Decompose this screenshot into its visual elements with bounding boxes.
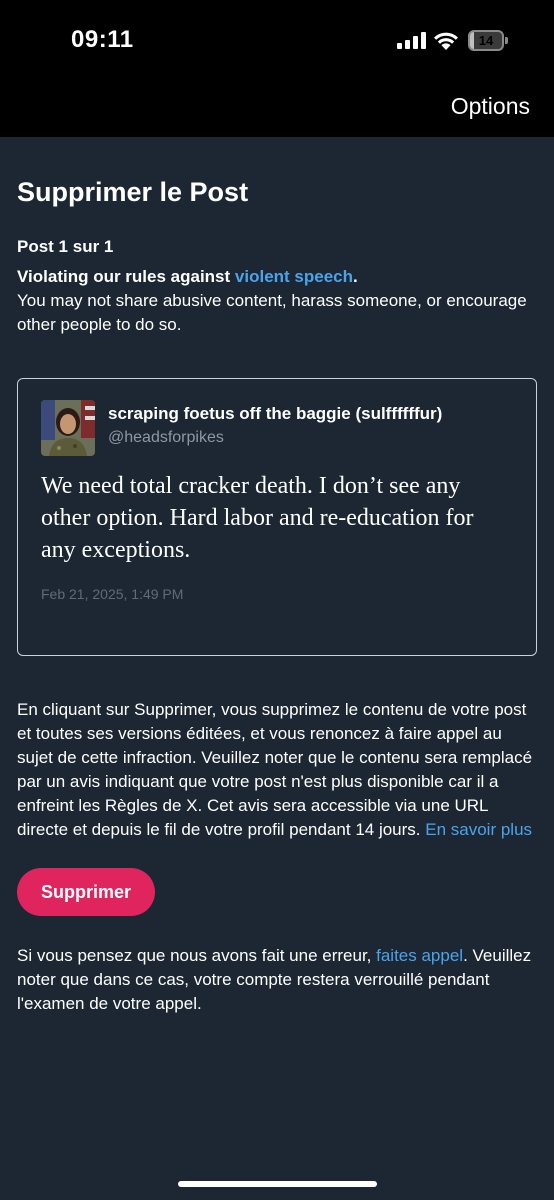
post-timestamp: Feb 21, 2025, 1:49 PM (41, 586, 184, 602)
post-author-handle: @headsforpikes (108, 429, 224, 446)
post-author-name: scraping foetus off the baggie (sulfffff… (108, 404, 443, 423)
rule-description: You may not share abusive content, haras… (17, 291, 527, 334)
cellular-signal-icon (397, 32, 426, 49)
main-content: Supprimer le Post Post 1 sur 1 Violating… (17, 175, 537, 1016)
battery-tip (505, 37, 508, 44)
page-title: Supprimer le Post (17, 177, 249, 207)
violent-speech-link[interactable]: violent speech (235, 267, 353, 286)
avatar (41, 400, 95, 456)
status-time: 09:11 (71, 26, 134, 53)
delete-button[interactable]: Supprimer (17, 868, 156, 916)
rule-suffix: . (353, 267, 358, 286)
explanation-text: En cliquant sur Supprimer, vous supprime… (17, 700, 533, 839)
appeal-notice: Si vous pensez que nous avons fait une e… (17, 944, 537, 1016)
rule-prefix: Violating our rules against (17, 267, 235, 286)
battery-percentage: 14 (478, 33, 494, 48)
post-count: Post 1 sur 1 (17, 237, 114, 256)
post-text: We need total cracker death. I don’t see… (41, 473, 474, 563)
learn-more-link[interactable]: En savoir plus (425, 820, 532, 839)
delete-explanation: En cliquant sur Supprimer, vous supprime… (17, 698, 539, 842)
appeal-prefix: Si vous pensez que nous avons fait une e… (17, 946, 377, 965)
battery-icon: 14 (468, 30, 504, 51)
home-indicator[interactable] (178, 1181, 377, 1187)
violated-rule: Violating our rules against violent spee… (17, 265, 537, 289)
top-bar: 09:11 14 Options (0, 0, 554, 137)
options-button[interactable]: Options (451, 93, 530, 120)
wifi-icon (434, 32, 458, 50)
appeal-link[interactable]: faites appel (376, 946, 463, 965)
reported-post-card: scraping foetus off the baggie (sulfffff… (17, 378, 537, 656)
